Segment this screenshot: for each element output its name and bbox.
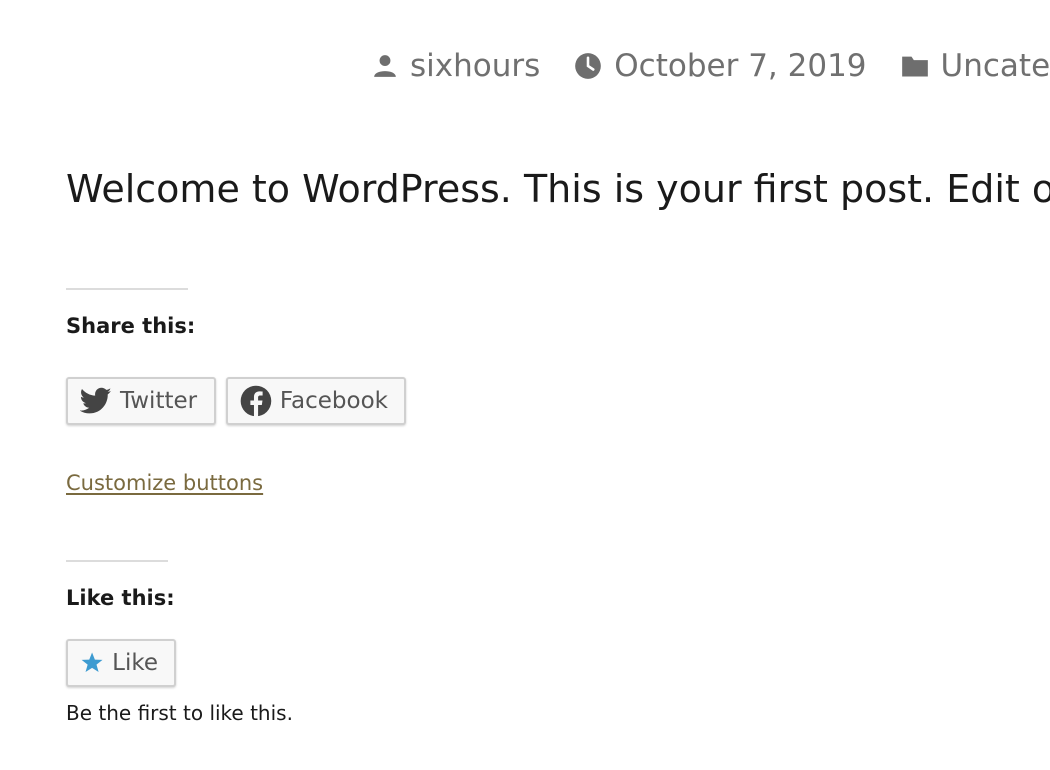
- facebook-share-button[interactable]: Facebook: [226, 377, 406, 425]
- author-name: sixhours: [410, 48, 541, 84]
- like-label: Like: [112, 650, 158, 676]
- twitter-label: Twitter: [120, 388, 198, 414]
- like-divider: [66, 560, 168, 562]
- share-divider: [66, 288, 188, 290]
- post-content: Welcome to WordPress. This is your first…: [66, 167, 1050, 211]
- customize-buttons-link[interactable]: Customize buttons: [66, 471, 263, 495]
- date-link[interactable]: October 7, 2019: [574, 48, 867, 84]
- post-meta: sixhours October 7, 2019 Uncategorized: [372, 48, 1050, 84]
- like-heading: Like this:: [66, 586, 175, 610]
- twitter-icon: [80, 387, 112, 414]
- share-heading: Share this:: [66, 314, 196, 338]
- star-icon: [81, 652, 103, 673]
- twitter-share-button[interactable]: Twitter: [66, 377, 216, 425]
- post-date: October 7, 2019: [614, 48, 867, 84]
- facebook-icon: [240, 385, 272, 417]
- like-button[interactable]: Like: [66, 639, 176, 687]
- facebook-label: Facebook: [279, 388, 388, 414]
- post-page: sixhours October 7, 2019 Uncategorized W…: [0, 0, 1050, 770]
- like-note: Be the first to like this.: [66, 701, 293, 725]
- author-link[interactable]: sixhours: [372, 48, 540, 84]
- person-icon: [374, 55, 396, 77]
- category-link[interactable]: Uncategorized: [901, 48, 1050, 84]
- post-category: Uncategorized: [940, 48, 1050, 84]
- clock-icon: [575, 53, 602, 79]
- folder-icon: [901, 56, 928, 77]
